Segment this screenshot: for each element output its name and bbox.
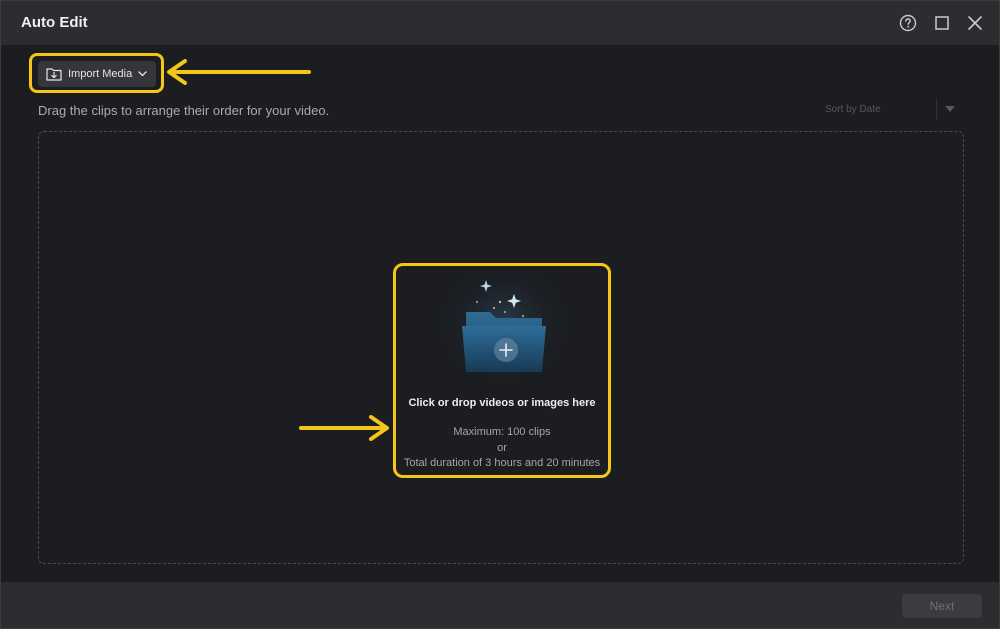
- footer-bar: [1, 582, 999, 628]
- max-clips-text: Maximum: 100 clips: [453, 426, 551, 438]
- folder-add-icon: [444, 272, 564, 384]
- drop-videos-target[interactable]: Click or drop videos or images here Maxi…: [393, 263, 611, 478]
- help-icon[interactable]: [896, 11, 920, 35]
- arrow-right-annotation: [299, 415, 389, 441]
- arrow-left-annotation: [167, 59, 311, 85]
- drop-title: Click or drop videos or images here: [408, 397, 596, 409]
- or-text: or: [497, 442, 507, 454]
- window-title: Auto Edit: [21, 14, 88, 31]
- sort-dropdown[interactable]: Sort by Date: [817, 97, 963, 121]
- max-duration-text: Total duration of 3 hours and 20 minutes: [403, 457, 601, 469]
- auto-edit-window: Auto Edit Import Media Drag the clips to…: [0, 0, 1000, 629]
- close-icon[interactable]: [963, 11, 987, 35]
- sort-label: Sort by Date: [825, 103, 881, 115]
- maximize-icon[interactable]: [930, 11, 954, 35]
- caret-down-icon: [937, 106, 963, 112]
- next-button[interactable]: Next: [902, 594, 982, 618]
- arrange-hint: Drag the clips to arrange their order fo…: [38, 103, 330, 118]
- title-bar: Auto Edit: [1, 1, 999, 45]
- import-highlight-box: [29, 53, 164, 93]
